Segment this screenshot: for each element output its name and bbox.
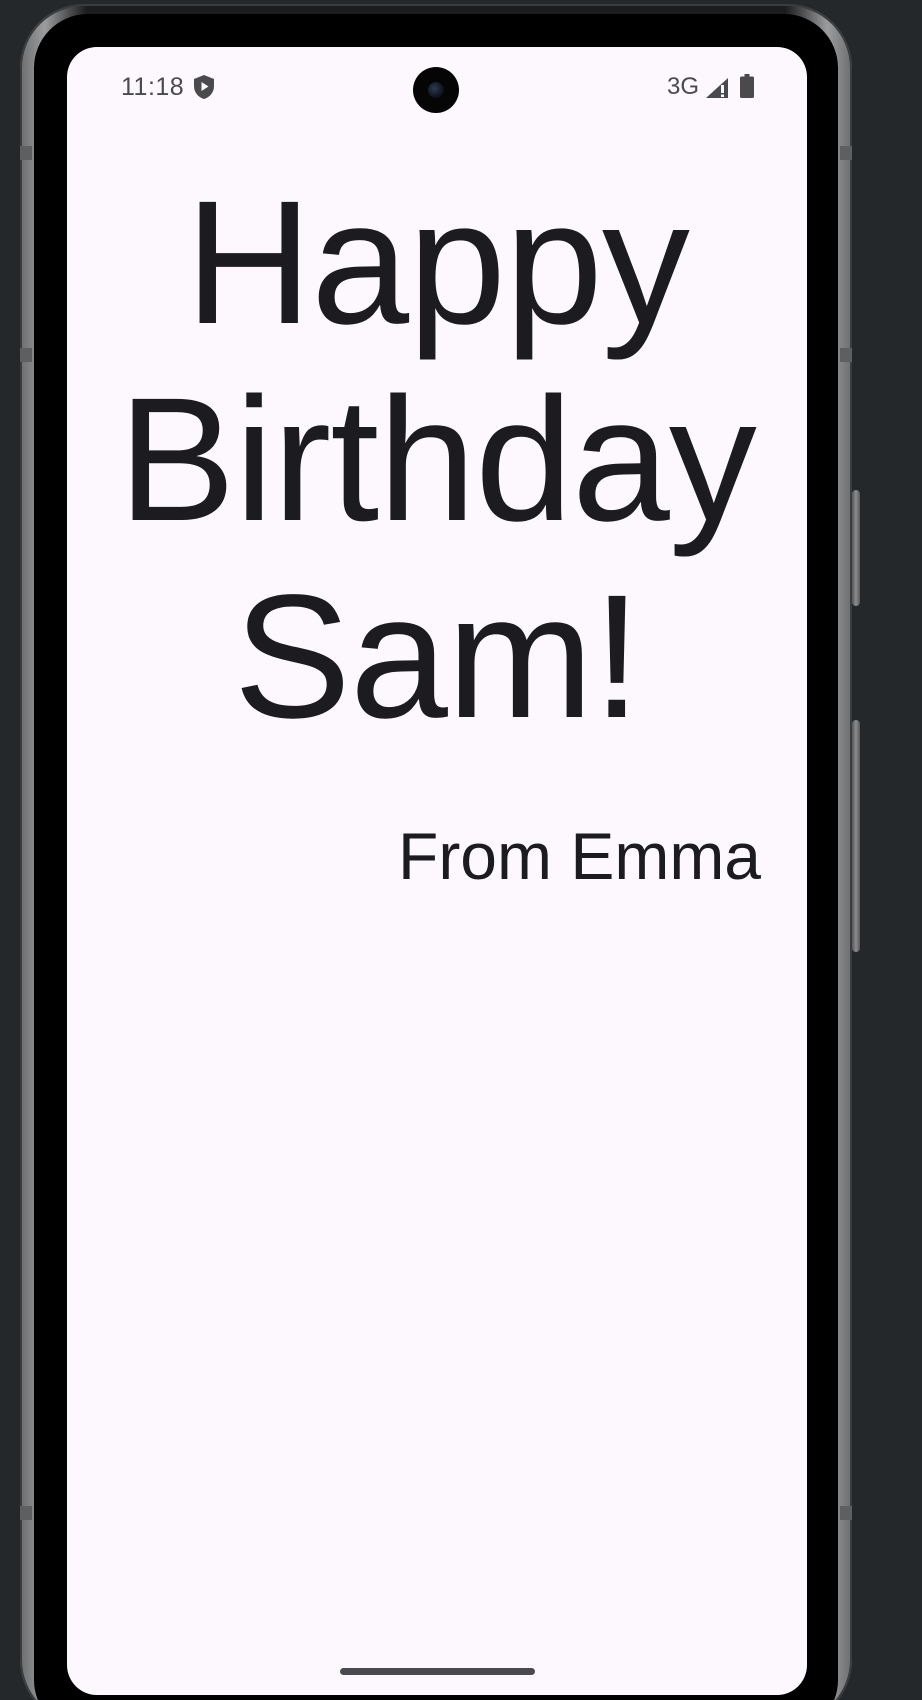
signal-icon (706, 78, 728, 98)
emulator-stage: 11:18 3G Happy Birthday Sam! From Emma (0, 0, 922, 1700)
volume-button[interactable] (852, 720, 860, 952)
status-time: 11:18 (121, 73, 185, 101)
birthday-message: Happy Birthday Sam! (118, 165, 757, 755)
home-gesture-bar[interactable] (340, 1668, 535, 1675)
frame-antenna-mark (840, 1506, 852, 1520)
status-bar: 11:18 3G (67, 47, 807, 127)
frame-antenna-mark (20, 1506, 32, 1520)
frame-antenna-mark (20, 348, 32, 362)
battery-icon (740, 74, 754, 98)
network-type-label: 3G (667, 73, 700, 100)
power-button[interactable] (852, 490, 860, 606)
shield-play-icon (194, 75, 214, 99)
frame-antenna-mark (840, 348, 852, 362)
frame-antenna-mark (20, 146, 32, 160)
front-camera (413, 67, 459, 113)
frame-antenna-mark (840, 146, 852, 160)
signature-text: From Emma (398, 819, 761, 893)
phone-screen: 11:18 3G Happy Birthday Sam! From Emma (67, 47, 807, 1695)
